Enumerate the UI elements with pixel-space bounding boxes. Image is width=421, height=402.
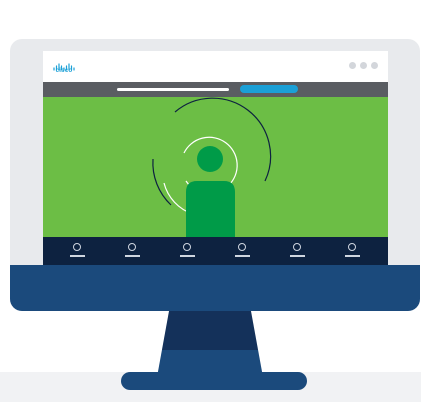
participant-bar	[43, 237, 388, 265]
participant-user-icon[interactable]	[287, 240, 309, 262]
participant-user-icon[interactable]	[342, 240, 364, 262]
address-bar[interactable]	[117, 88, 229, 91]
browser-toolbar	[43, 82, 388, 97]
participant-user-icon[interactable]	[177, 240, 199, 262]
cisco-logo: cisco	[53, 59, 75, 77]
monitor-chin	[10, 265, 420, 311]
window-dot[interactable]	[371, 62, 378, 69]
video-panel	[43, 97, 388, 237]
participant-user-icon[interactable]	[122, 240, 144, 262]
participant-user-icon[interactable]	[67, 240, 89, 262]
window-dot[interactable]	[349, 62, 356, 69]
join-button[interactable]	[240, 85, 298, 93]
monitor-screen: cisco	[43, 51, 388, 265]
person-icon	[186, 146, 235, 237]
monitor-stand-base	[121, 372, 307, 390]
video-illustration	[152, 97, 272, 237]
window-dot[interactable]	[360, 62, 367, 69]
window-controls	[349, 62, 378, 69]
participant-user-icon[interactable]	[232, 240, 254, 262]
monitor-bezel: cisco	[10, 39, 420, 311]
monitor-stand-neck	[157, 310, 263, 376]
logo-wordmark: cisco	[55, 68, 73, 74]
